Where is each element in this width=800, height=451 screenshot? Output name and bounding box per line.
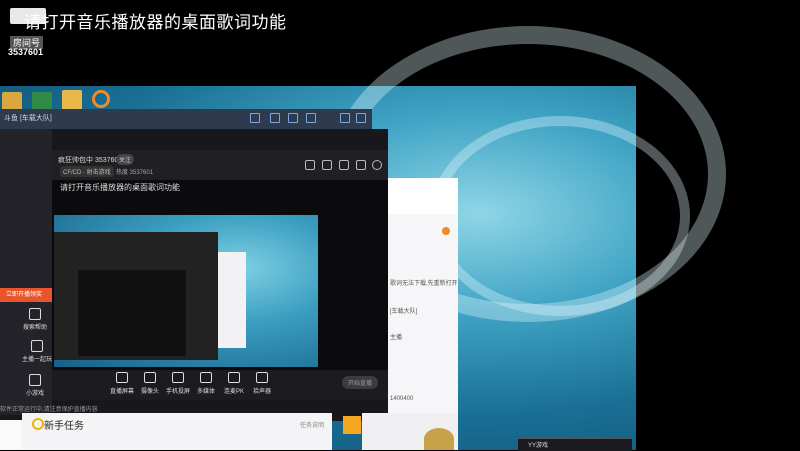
home-icon[interactable]: [343, 416, 361, 434]
share-link-icon[interactable]: [372, 160, 382, 170]
media-button[interactable]: 多媒体: [192, 372, 220, 395]
sidebar-item-label: 主播一起玩: [22, 357, 53, 363]
wave-swirl: [430, 116, 690, 316]
camera-button[interactable]: 摄像头: [136, 372, 164, 395]
speaker-icon: [256, 372, 268, 383]
heat-count: 热度 3537601: [116, 170, 154, 176]
room-id: 3537601: [8, 47, 44, 57]
status-line: 软件正常运行中,请注意保护直播内容: [0, 407, 98, 413]
notification-icon[interactable]: [442, 227, 450, 235]
app-titlebar: [0, 109, 372, 129]
chat-message: 歌词无法下载,先重新打开: [390, 281, 458, 287]
control-label: 手机投屏: [165, 389, 190, 395]
settings-icon[interactable]: [339, 160, 349, 170]
sidebar-item-label: 小游戏: [25, 391, 44, 397]
chat-header: [388, 178, 458, 214]
phone-icon: [172, 372, 184, 383]
phone-cast-button[interactable]: 手机投屏: [164, 372, 192, 395]
gift-icon[interactable]: [322, 160, 332, 170]
star-icon: [29, 308, 41, 320]
control-label: 摄像头: [140, 389, 159, 395]
stream-title: 请打开音乐播放器的桌面歌词功能: [24, 13, 287, 32]
game-icon: [29, 374, 41, 386]
nested-stream-title: 请打开音乐播放器的桌面歌词功能: [60, 183, 180, 192]
chat-message: 主播: [390, 335, 403, 341]
camera-icon: [144, 372, 156, 383]
minimize-icon[interactable]: [340, 113, 350, 123]
sidebar: [0, 129, 52, 415]
monitor-icon: [116, 372, 128, 383]
chat-message: 1400400: [390, 396, 414, 402]
control-label: 连麦PK: [223, 389, 244, 395]
audio-button[interactable]: 拾声器: [248, 372, 276, 395]
search-app-icon[interactable]: [92, 90, 110, 108]
start-live-button[interactable]: 开始直播: [342, 376, 379, 389]
sidebar-item-together[interactable]: 主播一起玩: [22, 340, 52, 363]
close-icon[interactable]: [356, 113, 366, 123]
pk-button[interactable]: 连麦PK: [220, 372, 248, 395]
toolbar-icon[interactable]: [270, 113, 280, 123]
chat-message: [车载大队]: [390, 309, 418, 315]
task-check-icon: [32, 418, 44, 430]
toolbar-icon[interactable]: [306, 113, 316, 123]
sidebar-item-label: 搜索帮助: [22, 325, 47, 331]
app-title: 斗鱼 [车载大队]: [4, 115, 52, 122]
screen-share-button[interactable]: 直播屏幕: [108, 372, 136, 395]
mini-window-title: YY游戏: [528, 443, 549, 449]
control-label: 直播屏幕: [109, 389, 134, 395]
nested-live-window: [78, 270, 186, 356]
share-icon[interactable]: [305, 160, 315, 170]
toolbar-icon[interactable]: [250, 113, 260, 123]
play-icon: [200, 372, 212, 383]
sidebar-item-recommend[interactable]: 搜索帮助: [20, 308, 50, 331]
control-label: 拾声器: [252, 389, 271, 395]
follow-button[interactable]: 关注: [116, 154, 135, 165]
sidebar-item-games[interactable]: 小游戏: [20, 374, 50, 397]
nested-chat-panel: [218, 252, 246, 348]
task-info-link[interactable]: 任务说明: [300, 420, 324, 429]
task-title: 新手任务: [44, 421, 84, 432]
game-category[interactable]: CF/CD · 射击游戏: [60, 166, 114, 177]
mic-icon: [228, 372, 240, 383]
bottom-left-edge: [0, 420, 22, 450]
control-label: 多媒体: [196, 389, 215, 395]
streamer-name: 疯狂帅包中 3537601: [58, 157, 123, 164]
folder-icon[interactable]: [62, 90, 82, 110]
rank-badge-icon: [424, 428, 454, 450]
message-icon[interactable]: [356, 160, 366, 170]
toolbar-icon[interactable]: [288, 113, 298, 123]
clipboard-icon: [31, 340, 43, 352]
